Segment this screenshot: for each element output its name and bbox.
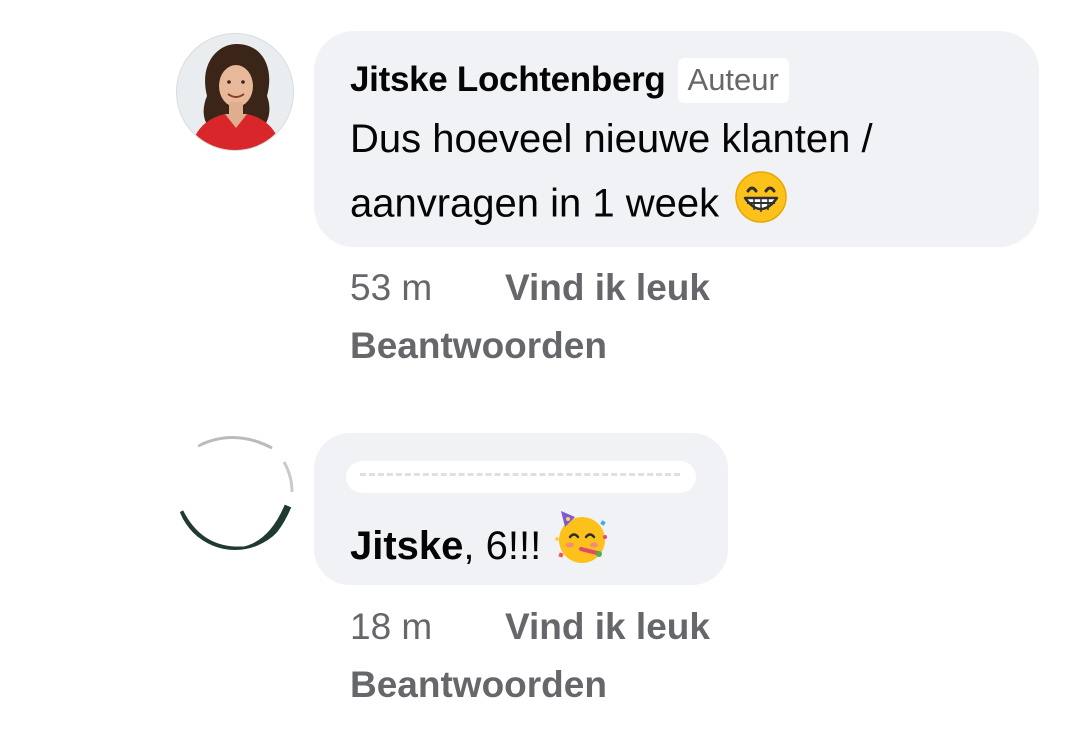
comment-body: , 6!!! <box>463 523 542 568</box>
comment-timestamp[interactable]: 18 m <box>350 606 505 648</box>
redaction-mark <box>360 473 680 484</box>
like-button[interactable]: Vind ik leuk <box>505 267 710 309</box>
profile-photo-redacted <box>176 432 294 550</box>
grinning-face-emoji-icon <box>734 170 788 242</box>
redacted-author-name <box>346 461 696 493</box>
comment-header: Jitske Lochtenberg Auteur <box>350 55 1039 105</box>
reply-button[interactable]: Beantwoorden <box>350 660 710 710</box>
comment-timestamp[interactable]: 53 m <box>350 267 505 309</box>
comment-bubble[interactable]: Jitske Lochtenberg Auteur Dus hoeveel ni… <box>314 31 1039 247</box>
reply-button[interactable]: Beantwoorden <box>350 321 710 371</box>
author-name[interactable]: Jitske Lochtenberg <box>350 60 666 100</box>
author-badge: Auteur <box>677 57 789 103</box>
comment-actions-row: 53 m Vind ik leuk <box>350 263 710 313</box>
profile-photo <box>177 34 293 150</box>
comment-body: Dus hoeveel nieuwe klanten / aanvragen i… <box>350 117 873 226</box>
comment-text: Jitske, 6!!! <box>350 509 728 582</box>
avatar[interactable] <box>176 33 294 151</box>
mention-link[interactable]: Jitske <box>350 518 463 574</box>
comment-actions-row: 18 m Vind ik leuk <box>350 602 710 652</box>
comment-thread: Jitske Lochtenberg Auteur Dus hoeveel ni… <box>0 0 1074 740</box>
comment-text: Dus hoeveel nieuwe klanten / aanvragen i… <box>350 109 1020 242</box>
comment-actions: 53 m Vind ik leuk Beantwoorden <box>350 263 710 371</box>
avatar[interactable] <box>176 432 294 550</box>
comment-actions: 18 m Vind ik leuk Beantwoorden <box>350 602 710 710</box>
like-button[interactable]: Vind ik leuk <box>505 606 710 648</box>
comment-bubble[interactable]: Jitske, 6!!! <box>314 433 728 585</box>
partying-face-emoji-icon <box>553 509 611 582</box>
